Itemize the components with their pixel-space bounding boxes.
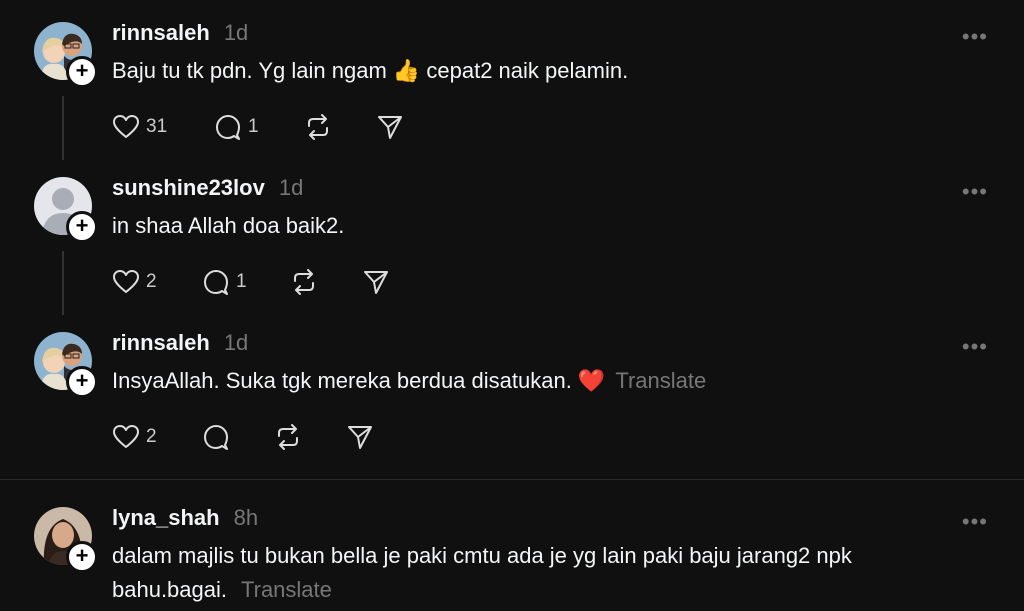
thread-line: [62, 96, 64, 160]
share-button[interactable]: [362, 269, 390, 295]
heart-icon: [113, 270, 139, 293]
follow-plus-icon[interactable]: +: [66, 211, 98, 243]
divider: [0, 479, 1024, 480]
translate-link[interactable]: Translate: [241, 577, 332, 602]
repost-button[interactable]: [274, 424, 302, 450]
send-icon: [364, 271, 388, 294]
comment-icon: [216, 115, 240, 140]
post-text: InsyaAllah. Suka tgk mereka berdua disat…: [112, 368, 606, 393]
reply-count: 1: [236, 271, 247, 292]
like-button[interactable]: 2: [112, 424, 157, 450]
username[interactable]: sunshine23lov: [112, 175, 265, 200]
post-text: in shaa Allah doa baik2.: [112, 213, 345, 238]
post-text: Baju tu tk pdn. Yg lain ngam 👍 cepat2 na…: [112, 58, 629, 83]
share-button[interactable]: [376, 114, 404, 140]
username[interactable]: lyna_shah: [112, 505, 220, 530]
thread-line: [62, 251, 64, 315]
like-count: 2: [146, 271, 157, 292]
reply-count: 1: [248, 116, 259, 137]
post-text: dalam majlis tu bukan bella je paki cmtu…: [112, 543, 852, 568]
timestamp: 8h: [233, 505, 259, 530]
reply-button[interactable]: 1: [202, 269, 247, 295]
like-button[interactable]: 31: [112, 114, 167, 140]
timestamp: 1d: [223, 20, 249, 45]
username[interactable]: rinnsaleh: [112, 330, 210, 355]
follow-plus-icon[interactable]: +: [66, 541, 98, 573]
username[interactable]: rinnsaleh: [112, 20, 210, 45]
like-count: 2: [146, 426, 157, 447]
more-dots-icon[interactable]: •••: [962, 334, 988, 360]
repost-icon: [278, 424, 298, 450]
like-count: 31: [146, 116, 168, 137]
more-dots-icon[interactable]: •••: [962, 509, 988, 535]
heart-icon: [113, 115, 139, 138]
more-dots-icon[interactable]: •••: [962, 179, 988, 205]
send-icon: [348, 426, 372, 449]
reply-button[interactable]: [202, 424, 230, 450]
timestamp: 1d: [278, 175, 304, 200]
repost-icon: [294, 269, 314, 295]
repost-button[interactable]: [290, 269, 318, 295]
heart-icon: [113, 425, 139, 448]
follow-plus-icon[interactable]: +: [66, 366, 98, 398]
reply-button[interactable]: 1: [214, 114, 259, 140]
follow-plus-icon[interactable]: +: [66, 56, 98, 88]
translate-link[interactable]: Translate: [615, 368, 706, 393]
comment-icon: [204, 425, 228, 450]
post-text-continued: bahu.bagai.: [112, 577, 227, 602]
comment-icon: [204, 270, 228, 295]
repost-icon: [308, 114, 328, 140]
timestamp: 1d: [223, 330, 249, 355]
send-icon: [378, 116, 402, 139]
like-button[interactable]: 2: [112, 269, 157, 295]
more-dots-icon[interactable]: •••: [962, 24, 988, 50]
repost-button[interactable]: [304, 114, 332, 140]
share-button[interactable]: [346, 424, 374, 450]
